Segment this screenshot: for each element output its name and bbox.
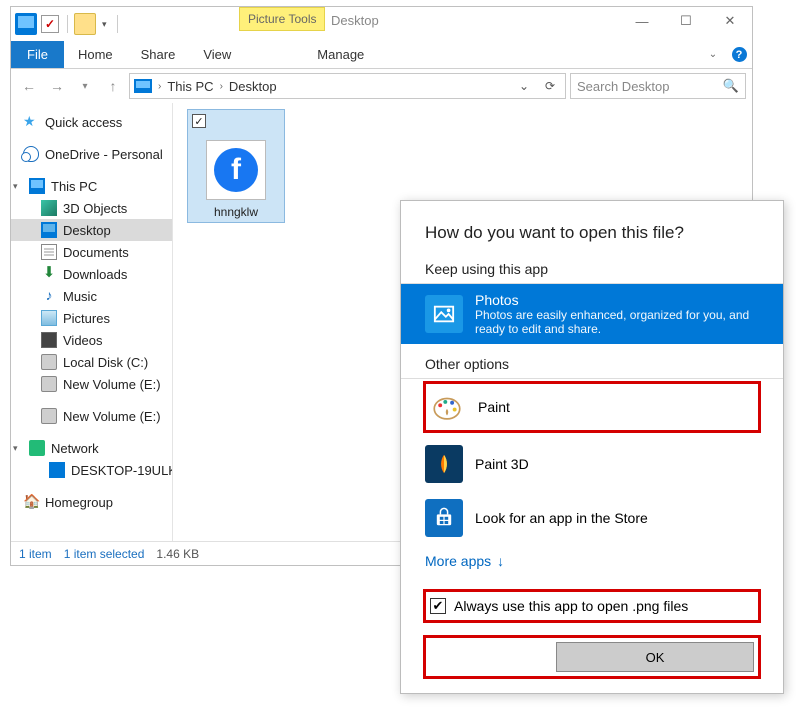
chevron-right-icon[interactable]: › (218, 81, 225, 92)
nav-music[interactable]: ♪Music (11, 285, 172, 307)
paint-app-name: Paint (478, 399, 510, 415)
nav-network[interactable]: ▾Network (11, 437, 172, 459)
chevron-down-icon: ↓ (497, 553, 504, 569)
navigation-row: ← → ▾ ↑ › This PC › Desktop ⌄ ⟳ Search D… (11, 69, 752, 103)
ribbon-expand-icon[interactable]: ⌄ (700, 41, 726, 68)
tab-home[interactable]: Home (64, 41, 127, 68)
highlight-paint: Paint (423, 381, 761, 433)
tab-share[interactable]: Share (127, 41, 190, 68)
app-option-photos[interactable]: Photos Photos are easily enhanced, organ… (401, 284, 783, 344)
nav-new-volume-e-2[interactable]: New Volume (E:) (11, 405, 172, 427)
nav-onedrive[interactable]: OneDrive - Personal (11, 143, 172, 165)
search-icon[interactable]: 🔍 (723, 78, 739, 94)
titlebar: ✓ ▾ Picture Tools Desktop — ☐ ✕ (11, 7, 752, 41)
chevron-right-icon[interactable]: › (156, 81, 163, 92)
status-size: 1.46 KB (156, 547, 199, 561)
nav-local-disk-c[interactable]: Local Disk (C:) (11, 351, 172, 373)
crumb-this-pc[interactable]: This PC (167, 79, 213, 94)
app-option-store[interactable]: Look for an app in the Store (401, 491, 783, 545)
other-options-label: Other options (401, 344, 783, 378)
back-button[interactable]: ← (17, 74, 41, 98)
open-with-dialog: How do you want to open this file? Keep … (400, 200, 784, 694)
search-placeholder: Search Desktop (577, 79, 670, 94)
dialog-title: How do you want to open this file? (401, 201, 783, 257)
location-icon (134, 79, 152, 93)
paint3d-app-name: Paint 3D (475, 456, 529, 472)
maximize-button[interactable]: ☐ (664, 7, 708, 35)
quick-access-toolbar: ✓ ▾ (11, 13, 122, 35)
tab-view[interactable]: View (189, 41, 245, 68)
nav-quick-access[interactable]: ★Quick access (11, 111, 172, 133)
highlight-ok-button: OK (423, 635, 761, 679)
nav-homegroup[interactable]: 🏠Homegroup (11, 491, 172, 513)
address-bar[interactable]: › This PC › Desktop ⌄ ⟳ (129, 73, 566, 99)
app-option-paint[interactable]: Paint (426, 384, 758, 430)
facebook-icon: f (214, 148, 258, 192)
photos-app-name: Photos (475, 292, 759, 308)
help-button[interactable]: ? (726, 41, 752, 68)
nav-documents[interactable]: Documents (11, 241, 172, 263)
always-use-label: Always use this app to open .png files (454, 598, 688, 614)
crumb-desktop[interactable]: Desktop (229, 79, 277, 94)
forward-button[interactable]: → (45, 74, 69, 98)
folder-qat-icon[interactable] (74, 13, 96, 35)
window-title: Desktop (331, 13, 379, 28)
qat-overflow-icon[interactable]: ▾ (98, 19, 111, 30)
always-use-checkbox[interactable]: ✔ (430, 598, 446, 614)
nav-desktop[interactable]: Desktop (11, 219, 172, 241)
file-item-hnngklw[interactable]: ✓ f hnngklw (187, 109, 285, 223)
refresh-button[interactable]: ⟳ (539, 79, 561, 93)
up-button[interactable]: ↑ (101, 74, 125, 98)
file-menu[interactable]: File (11, 41, 64, 68)
more-apps-link[interactable]: More apps ↓ (401, 545, 783, 583)
paint3d-icon (425, 445, 463, 483)
ok-button[interactable]: OK (556, 642, 754, 672)
photos-app-desc: Photos are easily enhanced, organized fo… (475, 308, 759, 336)
highlight-always-checkbox: ✔ Always use this app to open .png files (423, 589, 761, 623)
pc-qat-icon[interactable] (15, 13, 37, 35)
minimize-button[interactable]: — (620, 7, 664, 35)
tab-manage[interactable]: Manage (303, 41, 378, 68)
app-option-paint3d[interactable]: Paint 3D (401, 437, 783, 491)
file-thumbnail: f (206, 140, 266, 200)
ribbon-tabs: File Home Share View Manage ⌄ ? (11, 41, 752, 69)
contextual-tab-picture-tools[interactable]: Picture Tools (239, 7, 325, 31)
nav-pictures[interactable]: Pictures (11, 307, 172, 329)
store-app-name: Look for an app in the Store (475, 510, 648, 526)
nav-network-pc[interactable]: DESKTOP-19ULK5G (11, 459, 172, 481)
address-dropdown-icon[interactable]: ⌄ (513, 79, 535, 93)
file-name-label: hnngklw (188, 205, 284, 219)
navigation-pane: ★Quick access OneDrive - Personal ▾This … (11, 103, 173, 541)
recent-locations-button[interactable]: ▾ (73, 74, 97, 98)
properties-qat-icon[interactable]: ✓ (39, 13, 61, 35)
keep-using-label: Keep using this app (401, 257, 783, 283)
search-input[interactable]: Search Desktop 🔍 (570, 73, 746, 99)
nav-new-volume-e-1[interactable]: New Volume (E:) (11, 373, 172, 395)
store-icon (425, 499, 463, 537)
close-button[interactable]: ✕ (708, 7, 752, 35)
photos-icon (425, 295, 463, 333)
status-item-count: 1 item (19, 547, 52, 561)
paint-icon (428, 388, 466, 426)
status-selection: 1 item selected (64, 547, 145, 561)
nav-3d-objects[interactable]: 3D Objects (11, 197, 172, 219)
file-item-checkbox[interactable]: ✓ (192, 114, 206, 128)
nav-downloads[interactable]: ⬇Downloads (11, 263, 172, 285)
nav-this-pc[interactable]: ▾This PC (11, 175, 172, 197)
nav-videos[interactable]: Videos (11, 329, 172, 351)
